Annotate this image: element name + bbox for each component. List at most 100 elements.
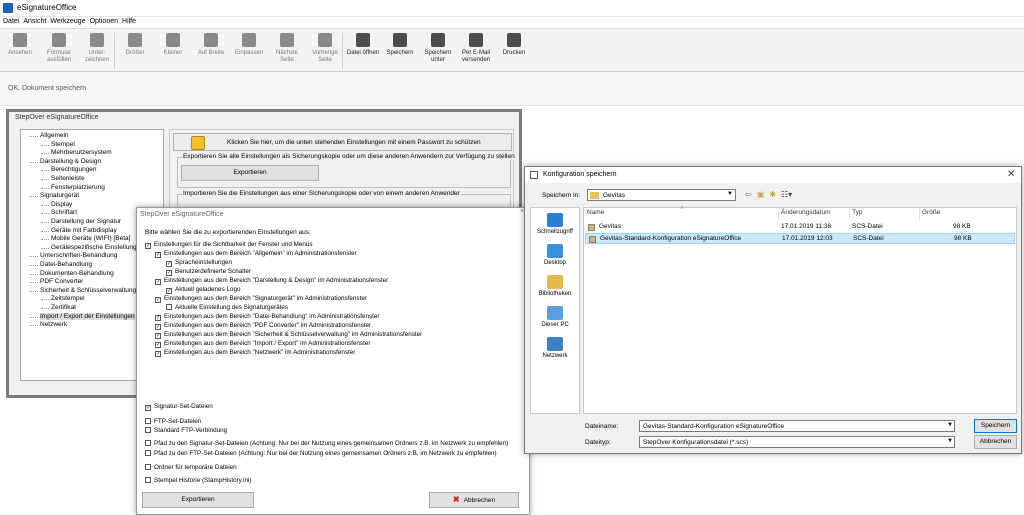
export-option-checkbox[interactable]: ✓ Benutzerdefinierte Schalter — [166, 268, 251, 276]
file-row[interactable]: Gevitas 17.01.2019 11:38 SCS-Datei 98 KB — [585, 222, 1015, 233]
checkbox-checked-icon[interactable]: ✓ — [166, 288, 172, 294]
toolbar-email-button[interactable]: Per E-Mail versenden — [459, 31, 493, 71]
tree-item[interactable]: Zertifikat — [51, 304, 76, 311]
tree-item[interactable]: Schriftart — [51, 209, 77, 216]
toolbar-vorherige-button[interactable]: Vorherige Seite — [308, 31, 342, 71]
filetype-select[interactable]: StepOver Konfigurationsdatei (*.scs) ▼ — [639, 436, 955, 448]
column-header-size[interactable]: Größe — [922, 209, 940, 216]
export-option-checkbox[interactable]: ✓ Einstellungen für die Sichtbarkeit der … — [145, 241, 313, 249]
tree-item[interactable]: Sicherheit & Schlüsselverwaltung — [40, 287, 136, 294]
export-option-checkbox[interactable]: ✓ Einstellungen aus dem Bereich "PDF Conv… — [155, 322, 371, 330]
new-folder-icon[interactable]: ✱ — [769, 190, 776, 199]
toolbar-speichernunter-button[interactable]: Speichern unter — [421, 31, 455, 71]
export-option-checkbox[interactable]: Pfad zu den FTP-Set-Dateien (Achtung: Nu… — [145, 450, 497, 458]
place-library[interactable]: Bibliotheken — [531, 275, 579, 297]
tree-item[interactable]: PDF Converter — [40, 278, 83, 285]
checkbox-checked-icon[interactable]: ✓ — [145, 405, 151, 411]
checkbox-empty-icon[interactable] — [145, 440, 151, 446]
export-option-checkbox[interactable]: FTP-Set-Dateien — [145, 418, 201, 426]
tree-item[interactable]: Zeitstempel — [51, 295, 85, 302]
checkbox-empty-icon[interactable] — [166, 304, 172, 310]
toolbar-ansehen-button[interactable]: Ansehen — [3, 31, 37, 71]
tree-item[interactable]: Stempel — [51, 141, 75, 148]
toolbar-drucken-button[interactable]: Drucken — [497, 31, 531, 71]
checkbox-checked-icon[interactable]: ✓ — [155, 315, 161, 321]
tree-item[interactable]: Allgemein — [40, 132, 69, 139]
settings-export-button[interactable]: Exportieren — [181, 165, 319, 181]
tree-item[interactable]: Mehrbenutzersystem — [51, 149, 112, 156]
export-option-checkbox[interactable]: ✓ Signatur-Set-Dateien — [145, 403, 213, 411]
toolbar-unterzeichnen-button[interactable]: Unter-zeichnen — [80, 31, 114, 71]
export-option-checkbox[interactable]: ✓ Spracheinstellungen — [166, 259, 232, 267]
back-arrow-icon[interactable]: ⇦ — [745, 190, 752, 199]
column-header-date[interactable]: Änderungsdatum — [781, 209, 831, 216]
chevron-down-icon[interactable]: ▼ — [947, 422, 953, 428]
export-button[interactable]: Exportieren — [142, 492, 254, 508]
checkbox-empty-icon[interactable] — [145, 418, 151, 424]
up-folder-icon[interactable]: ▣ — [757, 190, 765, 199]
tree-item[interactable]: Darstellung der Signatur — [51, 218, 121, 225]
column-header-type[interactable]: Typ — [852, 209, 862, 216]
menu-item-werkzeuge[interactable]: Werkzeuge — [50, 18, 85, 25]
checkbox-checked-icon[interactable]: ✓ — [155, 333, 161, 339]
tree-item[interactable]: Fensterplatzierung — [51, 184, 105, 191]
toolbar-naechste-button[interactable]: Nächste Seite — [270, 31, 304, 71]
checkbox-checked-icon[interactable]: ✓ — [155, 324, 161, 330]
checkbox-empty-icon[interactable] — [145, 427, 151, 433]
export-option-checkbox[interactable]: ✓ Einstellungen aus dem Bereich "Netzwerk… — [155, 349, 355, 357]
filename-input[interactable]: Gevitas-Standard-Konfiguration eSignatur… — [639, 420, 955, 432]
export-option-checkbox[interactable]: ✓ Einstellungen aus dem Bereich "Datei-Be… — [155, 313, 380, 321]
export-option-checkbox[interactable]: Standard FTP-Verbindung — [145, 427, 227, 435]
file-row[interactable]: Gevitas-Standard-Konfiguration eSignatur… — [585, 233, 1015, 244]
export-option-checkbox[interactable]: Aktuelle Einstellung des Signaturgerätes — [166, 304, 288, 312]
tree-item[interactable]: Unterschriften-Behandlung — [40, 252, 117, 259]
checkbox-empty-icon[interactable] — [145, 450, 151, 456]
checkbox-checked-icon[interactable]: ✓ — [166, 261, 172, 267]
tree-item[interactable]: Berechtigungen — [51, 166, 97, 173]
place-network[interactable]: Netzwerk — [531, 337, 579, 359]
tree-item[interactable]: Display — [51, 201, 72, 208]
cancel-button[interactable]: Abbrechen — [974, 435, 1017, 449]
checkbox-checked-icon[interactable]: ✓ — [155, 252, 161, 258]
toolbar-einpassen-button[interactable]: Einpassen — [232, 31, 266, 71]
tree-item[interactable]: Gerätespezifische Einstellungen — [51, 244, 144, 251]
column-header-name[interactable]: Name — [587, 209, 604, 216]
export-option-checkbox[interactable]: Stempel Historie (StampHistory.ini) — [145, 477, 252, 485]
tree-item[interactable]: Geräte mit Farbdisplay — [51, 227, 117, 234]
menu-item-hilfe[interactable]: Hilfe — [122, 18, 136, 25]
menu-item-ansicht[interactable]: Ansicht — [23, 18, 46, 25]
toolbar-kleiner-button[interactable]: Kleiner — [156, 31, 190, 71]
tree-item[interactable]: Mobile Geräte (WIFI) [Beta] — [51, 235, 130, 242]
cancel-export-button[interactable]: ✖ Abbrechen — [429, 492, 519, 508]
export-option-checkbox[interactable]: ✓ Aktuell geladenes Logo — [166, 286, 240, 294]
toolbar-speichern-button[interactable]: Speichern — [383, 31, 417, 71]
tree-item[interactable]: Import / Export der Einstellungen — [40, 312, 135, 320]
tree-item[interactable]: Dokumenten-Behandlung — [40, 270, 114, 277]
save-in-select[interactable]: Gevitas ▼ — [587, 189, 736, 201]
tree-item[interactable]: Darstellung & Design — [40, 158, 101, 165]
toolbar-formular-button[interactable]: Formular ausfüllen — [42, 31, 76, 71]
save-button[interactable]: Speichern — [974, 419, 1017, 433]
export-option-checkbox[interactable]: ✓ Einstellungen aus dem Bereich "Darstell… — [155, 277, 388, 285]
place-computer[interactable]: Dieser PC — [531, 306, 579, 328]
checkbox-empty-icon[interactable] — [145, 477, 151, 483]
tree-item[interactable]: Signaturgerät — [40, 192, 79, 199]
toolbar-groesser-button[interactable]: Größer — [118, 31, 152, 71]
checkbox-checked-icon[interactable]: ✓ — [155, 342, 161, 348]
checkbox-checked-icon[interactable]: ✓ — [155, 279, 161, 285]
menu-item-datei[interactable]: Datei — [3, 18, 19, 25]
export-option-checkbox[interactable]: ✓ Einstellungen aus dem Bereich "Signatur… — [155, 295, 367, 303]
password-protect-button[interactable]: Klicken Sie hier, um die unten stehenden… — [173, 133, 512, 151]
toolbar-aufbreite-button[interactable]: Auf Breite — [194, 31, 228, 71]
export-option-checkbox[interactable]: ✓ Einstellungen aus dem Bereich "Import /… — [155, 340, 370, 348]
checkbox-checked-icon[interactable]: ✓ — [155, 351, 161, 357]
export-option-checkbox[interactable]: Ordner für temporäre Dateien — [145, 464, 237, 472]
checkbox-checked-icon[interactable]: ✓ — [155, 297, 161, 303]
checkbox-checked-icon[interactable]: ✓ — [166, 270, 172, 276]
checkbox-checked-icon[interactable]: ✓ — [145, 243, 151, 249]
tree-item[interactable]: Datei-Behandlung — [40, 261, 92, 268]
menu-item-optionen[interactable]: Optionen — [90, 18, 118, 25]
place-desktop[interactable]: Desktop — [531, 244, 579, 266]
checkbox-empty-icon[interactable] — [145, 464, 151, 470]
tree-item[interactable]: Seitenleiste — [51, 175, 85, 182]
